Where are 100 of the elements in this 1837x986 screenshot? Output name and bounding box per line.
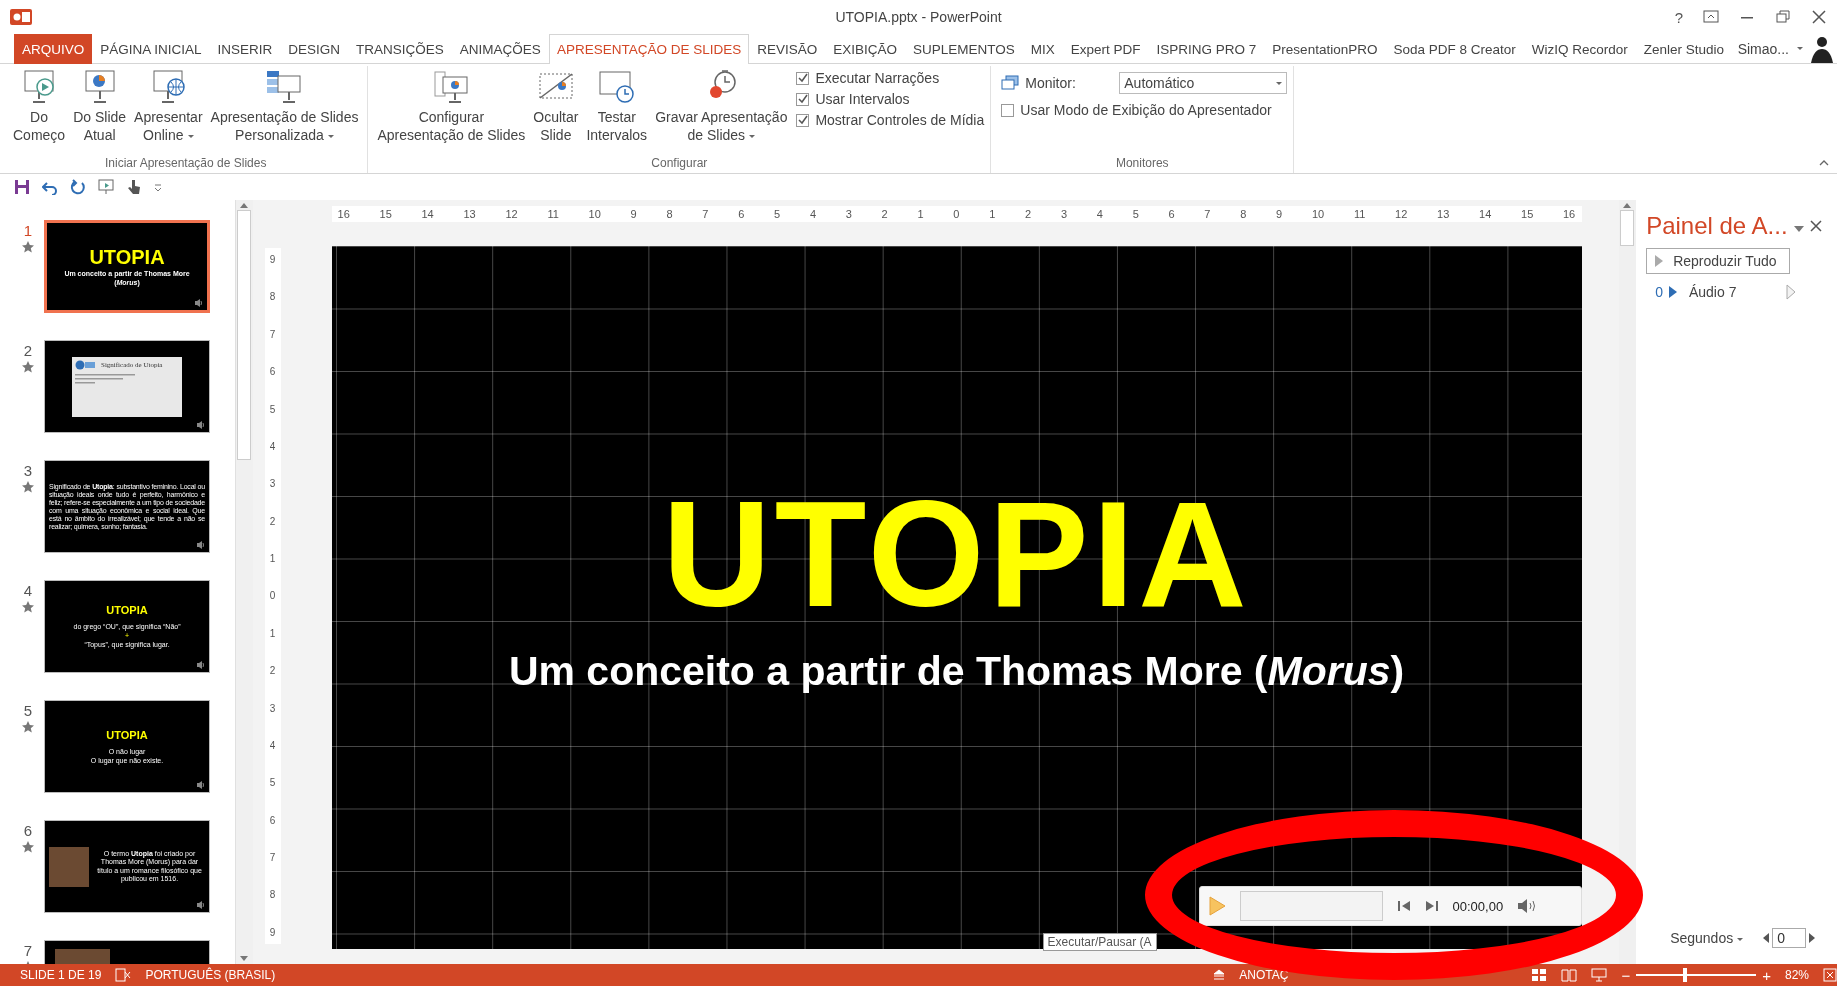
ruler-number: 14 <box>421 208 434 220</box>
progress-track[interactable] <box>1239 891 1383 921</box>
scrollbar-thumb[interactable] <box>237 210 252 460</box>
slide-number: 1 <box>23 222 33 239</box>
step-forward-icon[interactable] <box>1424 899 1439 913</box>
user-name[interactable]: Simao... <box>1737 40 1789 57</box>
units-dropdown[interactable]: Segundos <box>1670 930 1744 946</box>
redo-icon[interactable] <box>70 179 86 195</box>
undo-icon[interactable] <box>42 179 58 195</box>
ribbon-button[interactable]: Do Slide Atual <box>70 66 130 146</box>
previous-icon[interactable] <box>1763 933 1770 943</box>
ruler-number: 10 <box>1311 208 1325 220</box>
ribbon-tab[interactable]: Zenler Studio <box>1635 34 1733 64</box>
ruler-number: 6 <box>738 208 745 220</box>
ribbon-tab[interactable]: PresentationPRO <box>1264 34 1386 64</box>
restore-icon[interactable] <box>1775 9 1791 25</box>
ribbon-button[interactable]: Gravar Apresentação de Slides <box>652 66 791 146</box>
zoom-level[interactable]: 82% <box>1784 968 1809 982</box>
grid-view-icon[interactable] <box>1531 968 1548 982</box>
scrollbar-thumb[interactable] <box>1620 210 1635 246</box>
checkbox[interactable] <box>796 92 810 106</box>
book-icon[interactable] <box>1561 968 1578 982</box>
slide-title: UTOPIA <box>89 246 165 269</box>
caret-icon[interactable] <box>1797 47 1803 50</box>
scroll-up-icon[interactable] <box>239 202 250 208</box>
ruler-number: 11 <box>547 208 559 220</box>
volume-icon[interactable] <box>1517 898 1538 914</box>
media-time: 00:00,00 <box>1452 898 1504 914</box>
app-logo-icon <box>10 8 32 26</box>
ribbon-tab[interactable]: INSERIR <box>209 34 281 64</box>
ruler-number: 3 <box>269 702 276 714</box>
screen-play-icon[interactable] <box>98 179 114 195</box>
caret-icon <box>1737 937 1744 941</box>
ruler-number: 0 <box>269 590 276 602</box>
scroll-up-icon[interactable] <box>1622 202 1633 208</box>
ribbon-tab[interactable]: DESIGN <box>280 34 349 64</box>
ribbon-tab[interactable]: WizIQ Recordor <box>1523 34 1636 64</box>
checkbox[interactable] <box>1001 103 1015 117</box>
ribbon-tab[interactable]: MIX <box>1022 34 1063 64</box>
ruler-number: 13 <box>463 208 476 220</box>
help-button[interactable]: ? <box>1674 8 1683 26</box>
fit-to-window-icon[interactable] <box>1823 968 1837 982</box>
animation-item[interactable]: Áudio 7 <box>1688 284 1737 300</box>
ruler-number: 6 <box>269 814 276 826</box>
ribbon-display-icon[interactable] <box>1703 9 1719 25</box>
star-icon <box>22 841 34 853</box>
ribbon-tab[interactable]: ARQUIVO <box>14 34 93 64</box>
collapse-icon[interactable] <box>1819 160 1829 166</box>
ribbon-button[interactable]: Configurar Apresentação de Slides <box>374 66 529 146</box>
step-back-icon[interactable] <box>1396 899 1411 913</box>
ribbon-tab[interactable]: PÁGINA INICIAL <box>92 34 210 64</box>
animation-order: 0 <box>1655 284 1663 300</box>
speaker-icon <box>196 420 206 430</box>
ruler-number: 13 <box>1437 208 1450 220</box>
ribbon-tab[interactable]: Soda PDF 8 Creator <box>1385 34 1524 64</box>
group-label: Iniciar Apresentação de Slides <box>104 156 268 172</box>
ribbon-tab[interactable]: TRANSIÇÕES <box>348 34 452 64</box>
close-icon[interactable] <box>1811 9 1827 25</box>
language[interactable]: PORTUGUÊS (BRASIL) <box>145 968 276 982</box>
ribbon-tab[interactable]: REVISÃO <box>749 34 826 64</box>
checkbox[interactable] <box>796 113 810 127</box>
ruler-number: 7 <box>702 208 709 220</box>
ribbon-button[interactable]: Testar Intervalos <box>583 66 651 146</box>
ribbon-button[interactable]: Apresentar Online <box>131 66 206 146</box>
scroll-down-icon[interactable] <box>239 956 250 962</box>
slide-counter: SLIDE 1 DE 19 <box>20 968 102 982</box>
zoom-in-button[interactable]: + <box>1762 966 1771 984</box>
ribbon-tab[interactable]: APRESENTAÇÃO DE SLIDES <box>548 34 750 64</box>
ribbon-tab[interactable]: Expert PDF <box>1062 34 1149 64</box>
notes-button[interactable]: ANOTAÇ <box>1239 968 1289 982</box>
ribbon-button[interactable]: Apresentação de Slides Personalizada <box>207 66 362 146</box>
ribbon-tab[interactable]: ANIMAÇÕES <box>451 34 549 64</box>
slider-thumb[interactable] <box>1683 968 1688 982</box>
ribbon-button[interactable]: Ocultar Slide <box>530 66 582 146</box>
value-field[interactable]: 0 <box>1772 928 1807 948</box>
slide-thumbnail[interactable] <box>44 460 210 553</box>
zoom-out-button[interactable]: − <box>1621 966 1631 984</box>
pane-title: Painel de A... <box>1646 212 1788 240</box>
ribbon-tab[interactable]: ISPRING PRO 7 <box>1148 34 1265 64</box>
photo-placeholder <box>49 846 89 887</box>
checkbox[interactable] <box>796 71 810 85</box>
notes-icon[interactable] <box>1213 969 1226 981</box>
ribbon-tab[interactable]: EXIBIÇÃO <box>825 34 905 64</box>
ribbon-button[interactable]: Do Começo <box>10 66 69 146</box>
projector-screen-icon[interactable] <box>1591 968 1608 982</box>
ribbon-tab[interactable]: SUPLEMENTOS <box>905 34 1023 64</box>
customize-caret-icon[interactable] <box>154 183 162 191</box>
close-icon[interactable] <box>1809 219 1822 232</box>
play-all-button[interactable]: Reproduzir Tudo <box>1646 248 1791 274</box>
monitor-dropdown[interactable]: Automático <box>1119 72 1288 94</box>
ruler-number: 16 <box>337 208 350 220</box>
ruler-number: 16 <box>1563 208 1576 220</box>
checkmark-icon <box>797 73 808 83</box>
ruler-number: 9 <box>269 926 276 938</box>
dropdown-caret-icon[interactable] <box>1793 225 1804 232</box>
text-lines-drawing <box>75 372 135 385</box>
ruler-number: 2 <box>269 665 276 677</box>
ruler-number: 8 <box>1240 208 1247 220</box>
touch-hand-icon[interactable] <box>126 179 142 195</box>
next-icon[interactable] <box>1809 933 1816 943</box>
